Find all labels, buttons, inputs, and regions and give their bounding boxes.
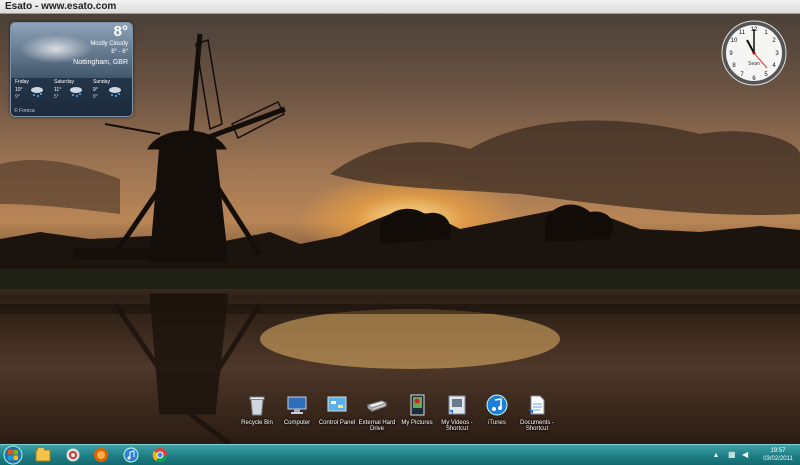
desktop-icon-my-pictures[interactable]: My Pictures xyxy=(396,394,438,426)
paint-icon[interactable] xyxy=(64,447,82,463)
system-tray: ▴ ▦ ◀ 19:57 03/02/2011 xyxy=(706,445,796,465)
svg-text:10: 10 xyxy=(731,38,738,44)
forecast-low: 5° xyxy=(54,94,59,100)
rain-icon xyxy=(70,87,82,97)
weather-condition: Mostly Cloudy xyxy=(90,41,128,47)
forecast-high: 11° xyxy=(54,87,62,93)
firefox-icon[interactable] xyxy=(92,447,110,463)
weather-gadget[interactable]: 8° Mostly Cloudy 8° - 6° Nottingham, GBR… xyxy=(10,22,133,117)
forecast-day-name: Saturday xyxy=(54,79,75,85)
taskbar-time: 19:57 xyxy=(770,448,786,454)
desktop-icon-external-hard-drive[interactable]: External Hard Drive xyxy=(356,394,398,432)
watermark-text: Esato - www.esato.com xyxy=(5,1,117,12)
forecast-high: 9° xyxy=(93,87,98,93)
desktop-icon-label: Recycle Bin xyxy=(241,420,273,426)
forecast-day: Saturday 11° 5° xyxy=(53,79,91,105)
desktop-icon-my-videos[interactable]: My Videos - Shortcut xyxy=(436,394,478,432)
weather-range: 8° - 6° xyxy=(111,49,128,55)
itunes-icon xyxy=(486,394,508,416)
taskbar-clock[interactable]: 19:57 03/02/2011 xyxy=(760,447,796,463)
weather-forecast: Friday 10° 9° Saturday 11° 5° Sunday 9° … xyxy=(14,79,130,105)
desktop-icon-computer[interactable]: Computer xyxy=(276,394,318,426)
start-button[interactable] xyxy=(2,445,24,465)
forecast-day: Friday 10° 9° xyxy=(14,79,52,105)
desktop-icon-label: My Pictures xyxy=(401,420,433,426)
show-hidden-icons-icon[interactable]: ▴ xyxy=(714,450,718,459)
forecast-low: 8° xyxy=(93,94,98,100)
svg-text:11: 11 xyxy=(739,30,746,36)
forecast-day-name: Friday xyxy=(15,79,29,85)
hard-drive-icon xyxy=(366,400,388,412)
pictures-icon xyxy=(410,394,425,416)
clock-gadget[interactable]: 1212 345 678 91011 Sean xyxy=(721,20,787,86)
weather-location: Nottingham, GBR xyxy=(73,59,128,66)
desktop-icon-label: My Videos - Shortcut xyxy=(441,420,473,432)
itunes-icon[interactable] xyxy=(122,447,140,463)
network-icon[interactable]: ▦ xyxy=(728,450,736,459)
weather-provider: © Foreca xyxy=(14,108,35,114)
taskbar: ▴ ▦ ◀ 19:57 03/02/2011 xyxy=(0,444,800,465)
videos-icon xyxy=(448,395,466,415)
documents-icon xyxy=(529,395,545,415)
forecast-high: 10° xyxy=(15,87,23,93)
desktop-icon-control-panel[interactable]: Control Panel xyxy=(316,394,358,426)
watermark-bar: Esato - www.esato.com xyxy=(0,0,800,14)
forecast-day: Sunday 9° 8° xyxy=(92,79,130,105)
desktop[interactable]: 8° Mostly Cloudy 8° - 6° Nottingham, GBR… xyxy=(0,14,800,444)
desktop-icon-itunes[interactable]: iTunes xyxy=(476,394,518,426)
desktop-icon-recycle-bin[interactable]: Recycle Bin xyxy=(236,394,278,426)
computer-icon xyxy=(287,396,307,414)
control-panel-icon xyxy=(327,396,347,412)
taskbar-date: 03/02/2011 xyxy=(763,456,793,462)
weather-temperature: 8° xyxy=(113,23,128,40)
rain-icon xyxy=(109,87,121,97)
recycle-bin-icon xyxy=(249,396,265,416)
windows-explorer-icon[interactable] xyxy=(34,447,52,463)
desktop-icon-label: iTunes xyxy=(488,420,506,426)
desktop-icon-documents[interactable]: Documents - Shortcut xyxy=(516,394,558,432)
chrome-icon[interactable] xyxy=(151,447,169,463)
forecast-low: 9° xyxy=(15,94,20,100)
volume-icon[interactable]: ◀ xyxy=(742,450,748,459)
desktop-icon-label: Documents - Shortcut xyxy=(519,420,554,432)
rain-icon xyxy=(31,87,43,97)
desktop-icon-label: Computer xyxy=(283,420,311,426)
forecast-day-name: Sunday xyxy=(93,79,110,85)
desktop-icon-label: External Hard Drive xyxy=(358,420,396,432)
clock-label: Sean xyxy=(748,61,760,67)
desktop-icon-label: Control Panel xyxy=(318,420,356,426)
